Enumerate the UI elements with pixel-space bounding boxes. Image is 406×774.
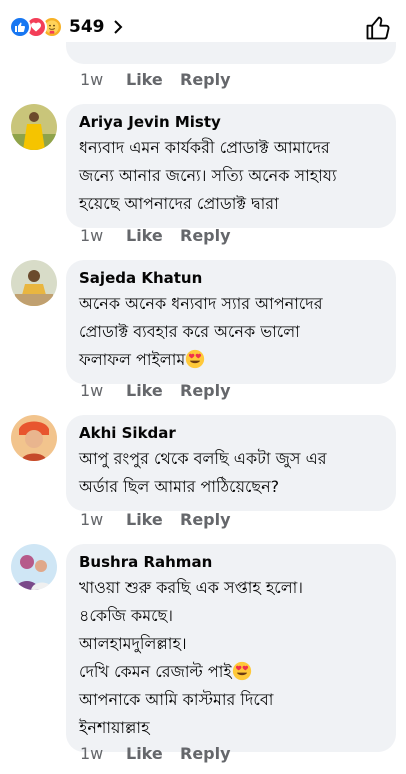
comment-text: ধন্যবাদ এমন কার্যকরী প্রোডাক্ট আমাদের জন…: [79, 138, 337, 213]
comment-time: 1w: [80, 70, 104, 89]
comment-text: অনেক অনেক ধন্যবাদ স্যার আপনাদের প্রোডাক্…: [79, 290, 384, 374]
comment-bubble: Sajeda Khatun অনেক অনেক ধন্যবাদ স্যার আপ…: [66, 260, 396, 384]
comment-actions: 1w Like Reply: [80, 510, 231, 529]
chevron-right-icon: [113, 20, 122, 34]
comment-time: 1w: [80, 226, 104, 245]
comment-bubble: Ariya Jevin Misty ধন্যবাদ এমন কার্যকরী প…: [66, 104, 396, 228]
reply-link[interactable]: Reply: [180, 381, 231, 400]
reaction-count: 549: [69, 17, 105, 37]
like-link[interactable]: Like: [126, 381, 180, 400]
comment-line: ৪কেজি কমছে।: [79, 606, 173, 625]
like-link[interactable]: Like: [126, 226, 180, 245]
reply-link[interactable]: Reply: [180, 744, 231, 763]
previous-comment-bubble: [66, 42, 396, 64]
reply-link[interactable]: Reply: [180, 510, 231, 529]
comment-line: ইনশায়াল্লাহ: [79, 718, 150, 737]
heart-eyes-emoji-icon: [232, 661, 251, 681]
like-link[interactable]: Like: [126, 744, 180, 763]
comment-author[interactable]: Ariya Jevin Misty: [79, 113, 384, 131]
avatar[interactable]: [11, 415, 57, 461]
comment-author[interactable]: Akhi Sikdar: [79, 424, 384, 442]
comment-author[interactable]: Bushra Rahman: [79, 553, 384, 571]
comment-line: আলহামদুলিল্লাহ।: [79, 634, 187, 653]
avatar[interactable]: [11, 104, 57, 150]
like-link[interactable]: Like: [126, 70, 180, 89]
reply-link[interactable]: Reply: [180, 70, 231, 89]
comment-line: আপনাকে আমি কাস্টমার দিবো: [79, 690, 274, 709]
comment-author[interactable]: Sajeda Khatun: [79, 269, 384, 287]
previous-comment-actions: 1w Like Reply: [80, 70, 231, 89]
like-reaction-icon: [9, 16, 31, 38]
like-link[interactable]: Like: [126, 510, 180, 529]
comment-time: 1w: [80, 510, 104, 529]
like-thumb-icon[interactable]: [364, 14, 392, 42]
comment-actions: 1w Like Reply: [80, 226, 231, 245]
comment-line-with-emoji: দেখি কেমন রেজাল্ট পাই: [79, 658, 384, 686]
comment-bubble: Bushra Rahman খাওয়া শুরু করছি এক সপ্তাহ…: [66, 544, 396, 752]
avatar[interactable]: [11, 544, 57, 590]
comment-text: আপু রংপুর থেকে বলছি একটা জুস এর অর্ডার ছ…: [79, 449, 327, 496]
comment-actions: 1w Like Reply: [80, 744, 231, 763]
reactions-summary[interactable]: 549: [9, 16, 125, 38]
comment-line: দেখি কেমন রেজাল্ট পাই: [79, 662, 232, 681]
comment-line: খাওয়া শুরু করছি এক সপ্তাহ হলো।: [79, 578, 303, 597]
avatar[interactable]: [11, 260, 57, 306]
comment-text: খাওয়া শুরু করছি এক সপ্তাহ হলো। ৪কেজি কমছ…: [79, 574, 384, 742]
comment-actions: 1w Like Reply: [80, 381, 231, 400]
comment-time: 1w: [80, 744, 104, 763]
reply-link[interactable]: Reply: [180, 226, 231, 245]
heart-eyes-emoji-icon: [186, 349, 205, 369]
comment-time: 1w: [80, 381, 104, 400]
comment-bubble: Akhi Sikdar আপু রংপুর থেকে বলছি একটা জুস…: [66, 415, 396, 511]
